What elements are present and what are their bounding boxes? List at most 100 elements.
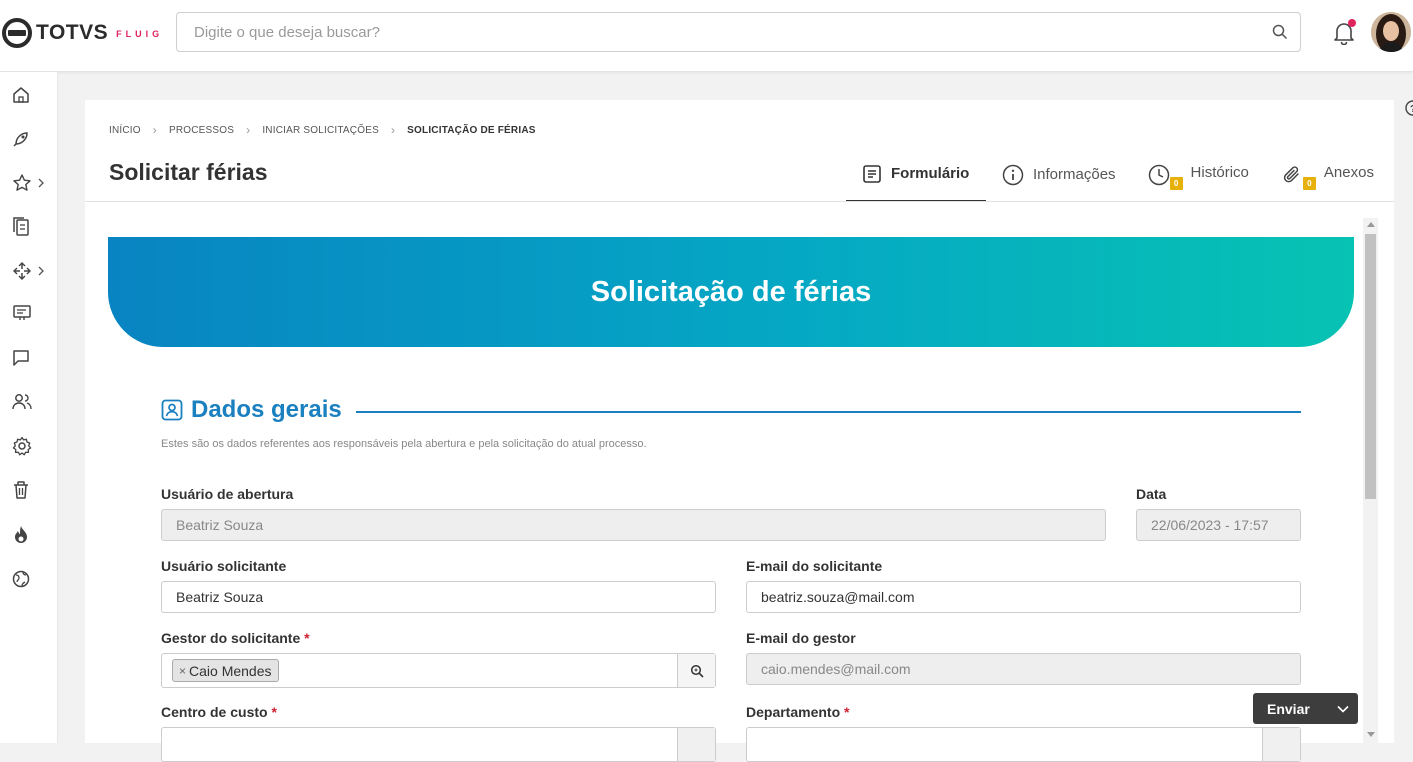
- sidebar-item-presentation[interactable]: [12, 301, 52, 325]
- avatar[interactable]: [1371, 12, 1411, 52]
- main-card: INÍCIO › PROCESSOS › INICIAR SOLICITAÇÕE…: [85, 100, 1394, 762]
- email-gestor-label: E-mail do gestor: [746, 630, 856, 646]
- breadcrumb-start-requests[interactable]: INICIAR SOLICITAÇÕES: [262, 125, 379, 136]
- tab-label: Histórico: [1190, 164, 1249, 181]
- chevron-right-icon: ›: [390, 123, 396, 137]
- breadcrumb-home[interactable]: INÍCIO: [109, 125, 141, 136]
- form-banner: Solicitação de férias: [108, 237, 1354, 347]
- fire-icon: [12, 525, 30, 545]
- gear-icon: [12, 436, 32, 456]
- info-icon: [1002, 164, 1024, 186]
- tab-label: Anexos: [1323, 164, 1374, 181]
- gestor-solicitante-label: Gestor do solicitante *: [161, 630, 310, 646]
- gestor-label-text: Gestor do solicitante: [161, 630, 301, 646]
- usuario-solicitante-field[interactable]: Beatriz Souza: [161, 581, 716, 613]
- data-field: 22/06/2023 - 17:57: [1136, 509, 1301, 541]
- presentation-icon: [12, 304, 32, 322]
- sidebar-item-users[interactable]: [12, 390, 52, 414]
- gestor-tag-label: Caio Mendes: [189, 662, 272, 679]
- usuario-abertura-field: Beatriz Souza: [161, 509, 1106, 541]
- sidebar: [0, 72, 58, 743]
- clock-icon: [1148, 164, 1170, 186]
- centro-custo-zoom[interactable]: [161, 727, 716, 762]
- tab-formulario[interactable]: Formulário: [846, 147, 986, 202]
- sidebar-item-home[interactable]: [12, 83, 52, 107]
- chevron-right-icon: [38, 266, 44, 276]
- section-header: Dados gerais: [161, 396, 1301, 424]
- send-button[interactable]: Enviar: [1253, 693, 1358, 724]
- sidebar-item-documents[interactable]: [12, 215, 52, 239]
- gestor-solicitante-zoom[interactable]: × Caio Mendes: [161, 653, 716, 688]
- sidebar-item-globe[interactable]: [12, 567, 52, 591]
- globe-icon: [12, 570, 30, 588]
- trash-icon: [12, 480, 30, 500]
- breadcrumb-processes[interactable]: PROCESSOS: [169, 125, 234, 136]
- documents-icon: [12, 217, 30, 237]
- totvs-logo-icon: [2, 18, 32, 48]
- sidebar-item-chat[interactable]: [12, 346, 52, 370]
- users-icon: [12, 393, 32, 411]
- sidebar-item-fire[interactable]: [12, 523, 52, 547]
- tab-historico[interactable]: 0 Histórico: [1132, 147, 1265, 202]
- home-icon: [12, 86, 30, 104]
- email-gestor-field: caio.mendes@mail.com: [746, 653, 1301, 685]
- user-card-icon: [161, 399, 183, 421]
- breadcrumb: INÍCIO › PROCESSOS › INICIAR SOLICITAÇÕE…: [109, 123, 536, 137]
- scroll-down-arrow[interactable]: [1367, 732, 1375, 737]
- tab-informacoes[interactable]: Informações: [986, 147, 1132, 202]
- zoom-search-button[interactable]: [1262, 728, 1300, 761]
- form-banner-title: Solicitação de férias: [590, 275, 872, 308]
- departamento-label: Departamento *: [746, 704, 849, 720]
- email-solicitante-field[interactable]: beatriz.souza@mail.com: [746, 581, 1301, 613]
- search-input[interactable]: [177, 13, 1237, 51]
- sidebar-item-trash[interactable]: [12, 478, 52, 502]
- tabs-divider: [85, 201, 1394, 202]
- zoom-search-button[interactable]: [677, 728, 715, 761]
- anexos-count-badge: 0: [1302, 177, 1316, 190]
- chevron-right-icon: ›: [246, 123, 251, 137]
- remove-tag-icon[interactable]: ×: [179, 664, 186, 678]
- tab-bar: Formulário Informações 0 Histórico 0 Ane…: [846, 147, 1390, 202]
- form-icon: [862, 164, 882, 184]
- section-title: Dados gerais: [191, 396, 342, 423]
- form-scrollbar[interactable]: [1363, 218, 1378, 743]
- required-marker: *: [304, 630, 310, 646]
- historico-count-badge: 0: [1169, 177, 1183, 190]
- email-solicitante-label: E-mail do solicitante: [746, 558, 883, 574]
- sidebar-item-settings[interactable]: [12, 434, 52, 458]
- departamento-label-text: Departamento: [746, 704, 841, 720]
- magnifier-icon: [690, 664, 704, 678]
- section-description: Estes são os dados referentes aos respon…: [161, 438, 647, 450]
- scroll-thumb[interactable]: [1365, 234, 1376, 499]
- help-icon[interactable]: ?: [1403, 100, 1413, 116]
- tab-label: Informações: [1033, 166, 1116, 183]
- rocket-icon: [12, 130, 30, 148]
- gestor-tag: × Caio Mendes: [172, 659, 279, 682]
- sidebar-item-processes[interactable]: [12, 259, 52, 283]
- centro-custo-label-text: Centro de custo: [161, 704, 268, 720]
- departamento-zoom[interactable]: [746, 727, 1301, 762]
- page-title: Solicitar férias: [109, 159, 268, 185]
- search-icon[interactable]: [1272, 24, 1288, 40]
- process-icon: [12, 261, 32, 281]
- usuario-abertura-label: Usuário de abertura: [161, 486, 294, 502]
- sidebar-item-favorites[interactable]: [12, 171, 52, 195]
- data-label: Data: [1136, 486, 1167, 502]
- chat-icon: [12, 349, 30, 367]
- usuario-solicitante-label: Usuário solicitante: [161, 558, 287, 574]
- required-marker: *: [844, 704, 850, 720]
- send-button-label: Enviar: [1267, 700, 1310, 717]
- zoom-search-button[interactable]: [677, 654, 715, 687]
- breadcrumb-current: SOLICITAÇÃO DE FÉRIAS: [407, 124, 536, 136]
- star-icon: [12, 173, 32, 193]
- top-bar: TOTVS FLUIG: [0, 0, 1413, 72]
- centro-custo-label: Centro de custo *: [161, 704, 277, 720]
- chevron-down-icon[interactable]: [1328, 693, 1358, 724]
- chevron-right-icon: [38, 178, 44, 188]
- brand-name: TOTVS: [36, 21, 109, 44]
- notification-dot: [1348, 19, 1356, 27]
- scroll-up-arrow[interactable]: [1367, 222, 1375, 227]
- sidebar-item-launch[interactable]: [12, 127, 52, 151]
- tab-anexos[interactable]: 0 Anexos: [1265, 147, 1390, 202]
- totvs-fluig-logo[interactable]: TOTVS FLUIG: [2, 18, 163, 48]
